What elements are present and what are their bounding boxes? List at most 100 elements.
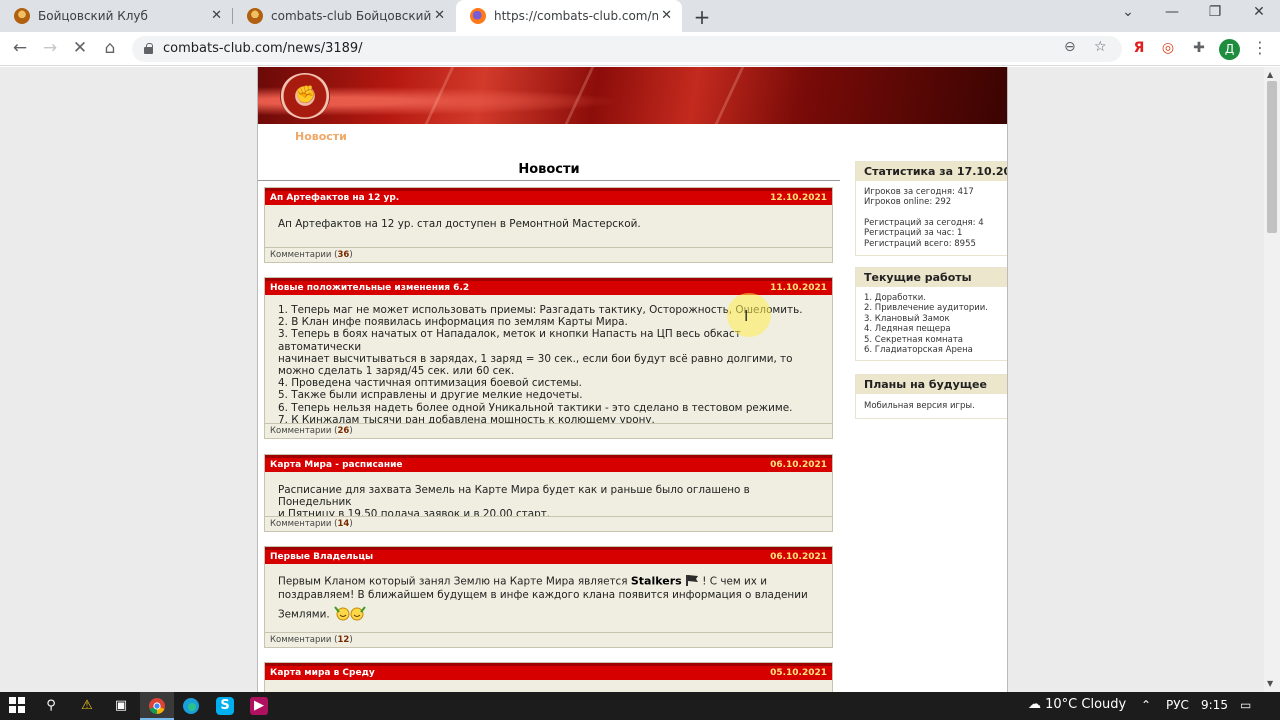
- players-today: Игроков за сегодня: 417: [864, 187, 974, 197]
- close-icon[interactable]: ✕: [661, 8, 672, 23]
- comments-count: 12: [337, 635, 350, 645]
- plans-text: Мобильная версия игры.: [864, 401, 975, 411]
- post-comments-link[interactable]: Комментарии (26): [265, 423, 832, 438]
- lock-icon[interactable]: [144, 43, 153, 54]
- cloud-icon: ☁: [1028, 697, 1041, 712]
- post-text-line: начинает высчитываться в зарядах, 1 заря…: [278, 352, 793, 365]
- post-body: Ап Артефактов на 12 ур. стал доступен в …: [265, 205, 832, 236]
- tab-1[interactable]: Бойцовский Клуб ✕: [0, 0, 232, 32]
- fist-logo-icon[interactable]: [280, 73, 330, 119]
- scroll-down-icon[interactable]: ▼: [1267, 679, 1273, 688]
- windows-start-icon[interactable]: [8, 697, 26, 715]
- address-bar[interactable]: combats-club.com/news/3189/ ⊖ ☆: [132, 36, 1122, 62]
- post-text: Первым Кланом который занял Землю на Кар…: [278, 575, 628, 588]
- comments-label: Комментарии: [270, 519, 332, 529]
- new-tab-button[interactable]: +: [692, 5, 712, 29]
- weather-widget[interactable]: ☁ 10°C Cloudy: [1028, 697, 1126, 712]
- windows-taskbar: ⚲ ⚠ ▣ S ▶ ☁ 10°C Cloudy ⌃ РУС 9:15 ▭: [0, 692, 1280, 720]
- banner-decoration: [424, 67, 455, 124]
- profile-avatar[interactable]: Д: [1219, 39, 1240, 60]
- chrome-icon[interactable]: [148, 697, 166, 715]
- url-text: combats-club.com/news/3189/: [163, 41, 363, 56]
- post-header: Ап Артефактов на 12 ур. 12.10.2021: [265, 188, 832, 205]
- zoom-icon[interactable]: ⊖: [1064, 39, 1076, 55]
- notifications-icon[interactable]: ▭: [1240, 698, 1251, 712]
- forward-arrow-icon[interactable]: →: [40, 38, 60, 58]
- works-list: 1. Доработки. 2. Привлечение аудитории. …: [856, 287, 1007, 361]
- comments-count: 26: [337, 426, 350, 436]
- skype-icon[interactable]: S: [216, 697, 234, 715]
- news-post: Карта Мира - расписание 06.10.2021 Распи…: [264, 454, 833, 532]
- smiley-cheer-icon: [333, 605, 369, 624]
- banner-decoration: [564, 67, 595, 124]
- post-comments-link[interactable]: Комментарии (14): [265, 516, 832, 531]
- language-indicator[interactable]: РУС: [1166, 698, 1189, 712]
- close-icon[interactable]: ✕: [211, 8, 222, 23]
- comments-count: 14: [337, 519, 350, 529]
- search-icon[interactable]: ⚲: [42, 697, 60, 715]
- post-text-line: Землями.: [278, 605, 819, 624]
- window-close-icon[interactable]: ✕: [1249, 4, 1269, 20]
- stop-loading-icon[interactable]: ✕: [70, 38, 90, 58]
- yandex-extension-icon[interactable]: Я: [1130, 40, 1148, 56]
- clan-flag-icon[interactable]: [685, 574, 699, 589]
- edge-icon[interactable]: [182, 697, 200, 715]
- post-text: ! С чем их и: [702, 575, 767, 588]
- registrations-total: Регистраций всего: 8955: [864, 238, 976, 249]
- post-title[interactable]: Ап Артефактов на 12 ур.: [270, 193, 399, 203]
- post-date: 12.10.2021: [770, 193, 827, 203]
- comments-count: 36: [337, 250, 350, 260]
- restore-icon[interactable]: ❐: [1205, 4, 1225, 20]
- cursor-highlight: [727, 293, 771, 337]
- nav-link-news[interactable]: Новости: [295, 130, 347, 143]
- tab-search-chevron-icon[interactable]: ⌄: [1118, 4, 1138, 20]
- tab-3-active[interactable]: https://combats-club.com/news/ ✕: [456, 0, 682, 32]
- page-viewport: Новости Новости Ап Артефактов на 12 ур. …: [0, 67, 1264, 692]
- tray-chevron-icon[interactable]: ⌃: [1141, 698, 1151, 712]
- clan-name-link[interactable]: Stalkers: [631, 575, 682, 588]
- works-item: 2. Привлечение аудитории.: [864, 303, 988, 314]
- target-extension-icon[interactable]: ◎: [1159, 40, 1177, 56]
- news-post: Карта мира в Среду 05.10.2021: [264, 662, 833, 692]
- menu-kebab-icon[interactable]: ⋮: [1252, 38, 1268, 57]
- post-title[interactable]: Карта Мира - расписание: [270, 460, 403, 470]
- current-works-panel: Текущие работы 1. Доработки. 2. Привлече…: [855, 267, 1007, 361]
- registrations-hour: Регистраций за час: 1: [864, 228, 963, 239]
- bookmark-star-icon[interactable]: ☆: [1094, 39, 1107, 55]
- post-header: Первые Владельцы 06.10.2021: [265, 547, 832, 564]
- post-date: 05.10.2021: [770, 668, 827, 678]
- news-post: Первые Владельцы 06.10.2021 Первым Клано…: [264, 546, 833, 648]
- post-text-line: поздравляем! В ближайшем будущем в инфе …: [278, 589, 808, 602]
- club-icon: [14, 8, 30, 24]
- scrollbar-thumb[interactable]: [1267, 81, 1277, 233]
- site-container: Новости Новости Ап Артефактов на 12 ур. …: [257, 67, 1008, 692]
- tab-2[interactable]: combats-club Бойцовский клуб ✕: [233, 0, 455, 32]
- post-title[interactable]: Новые положительные изменения 6.2: [270, 283, 469, 293]
- media-app-icon[interactable]: ▶: [250, 697, 268, 715]
- stats-panel: Статистика за 17.10.2021 Игроков за сего…: [855, 161, 1007, 256]
- works-item: 6. Гладиаторская Арена: [864, 345, 973, 356]
- page-scrollbar[interactable]: ▲ ▼: [1264, 67, 1280, 692]
- back-arrow-icon[interactable]: ←: [10, 38, 30, 58]
- close-icon[interactable]: ✕: [434, 8, 445, 23]
- home-icon[interactable]: ⌂: [100, 38, 120, 58]
- extensions-puzzle-icon[interactable]: ✚: [1190, 40, 1208, 56]
- news-post: Ап Артефактов на 12 ур. 12.10.2021 Ап Ар…: [264, 187, 833, 263]
- future-plans-panel: Планы на будущее Мобильная версия игры.: [855, 374, 1007, 419]
- post-text-line: Ап Артефактов на 12 ур. стал доступен в …: [278, 218, 641, 230]
- post-comments-link[interactable]: Комментарии (36): [265, 247, 832, 262]
- app-warning-icon[interactable]: ⚠: [78, 697, 96, 715]
- plans-title: Планы на будущее: [856, 375, 1007, 394]
- post-text-line: 4. Проведена частичная оптимизация боево…: [278, 377, 582, 390]
- post-title[interactable]: Первые Владельцы: [270, 552, 373, 562]
- post-text-line: Расписание для захвата Земель на Карте М…: [278, 484, 750, 509]
- post-title[interactable]: Карта мира в Среду: [270, 668, 375, 678]
- clock-time[interactable]: 9:15: [1201, 698, 1228, 712]
- comments-label: Комментарии: [270, 426, 332, 436]
- scroll-up-icon[interactable]: ▲: [1267, 70, 1273, 79]
- store-bag-icon[interactable]: ▣: [112, 697, 130, 715]
- banner-decoration: [714, 67, 745, 124]
- weather-text: 10°C Cloudy: [1045, 697, 1127, 712]
- post-comments-link[interactable]: Комментарии (12): [265, 632, 832, 647]
- minimize-icon[interactable]: —: [1162, 4, 1182, 20]
